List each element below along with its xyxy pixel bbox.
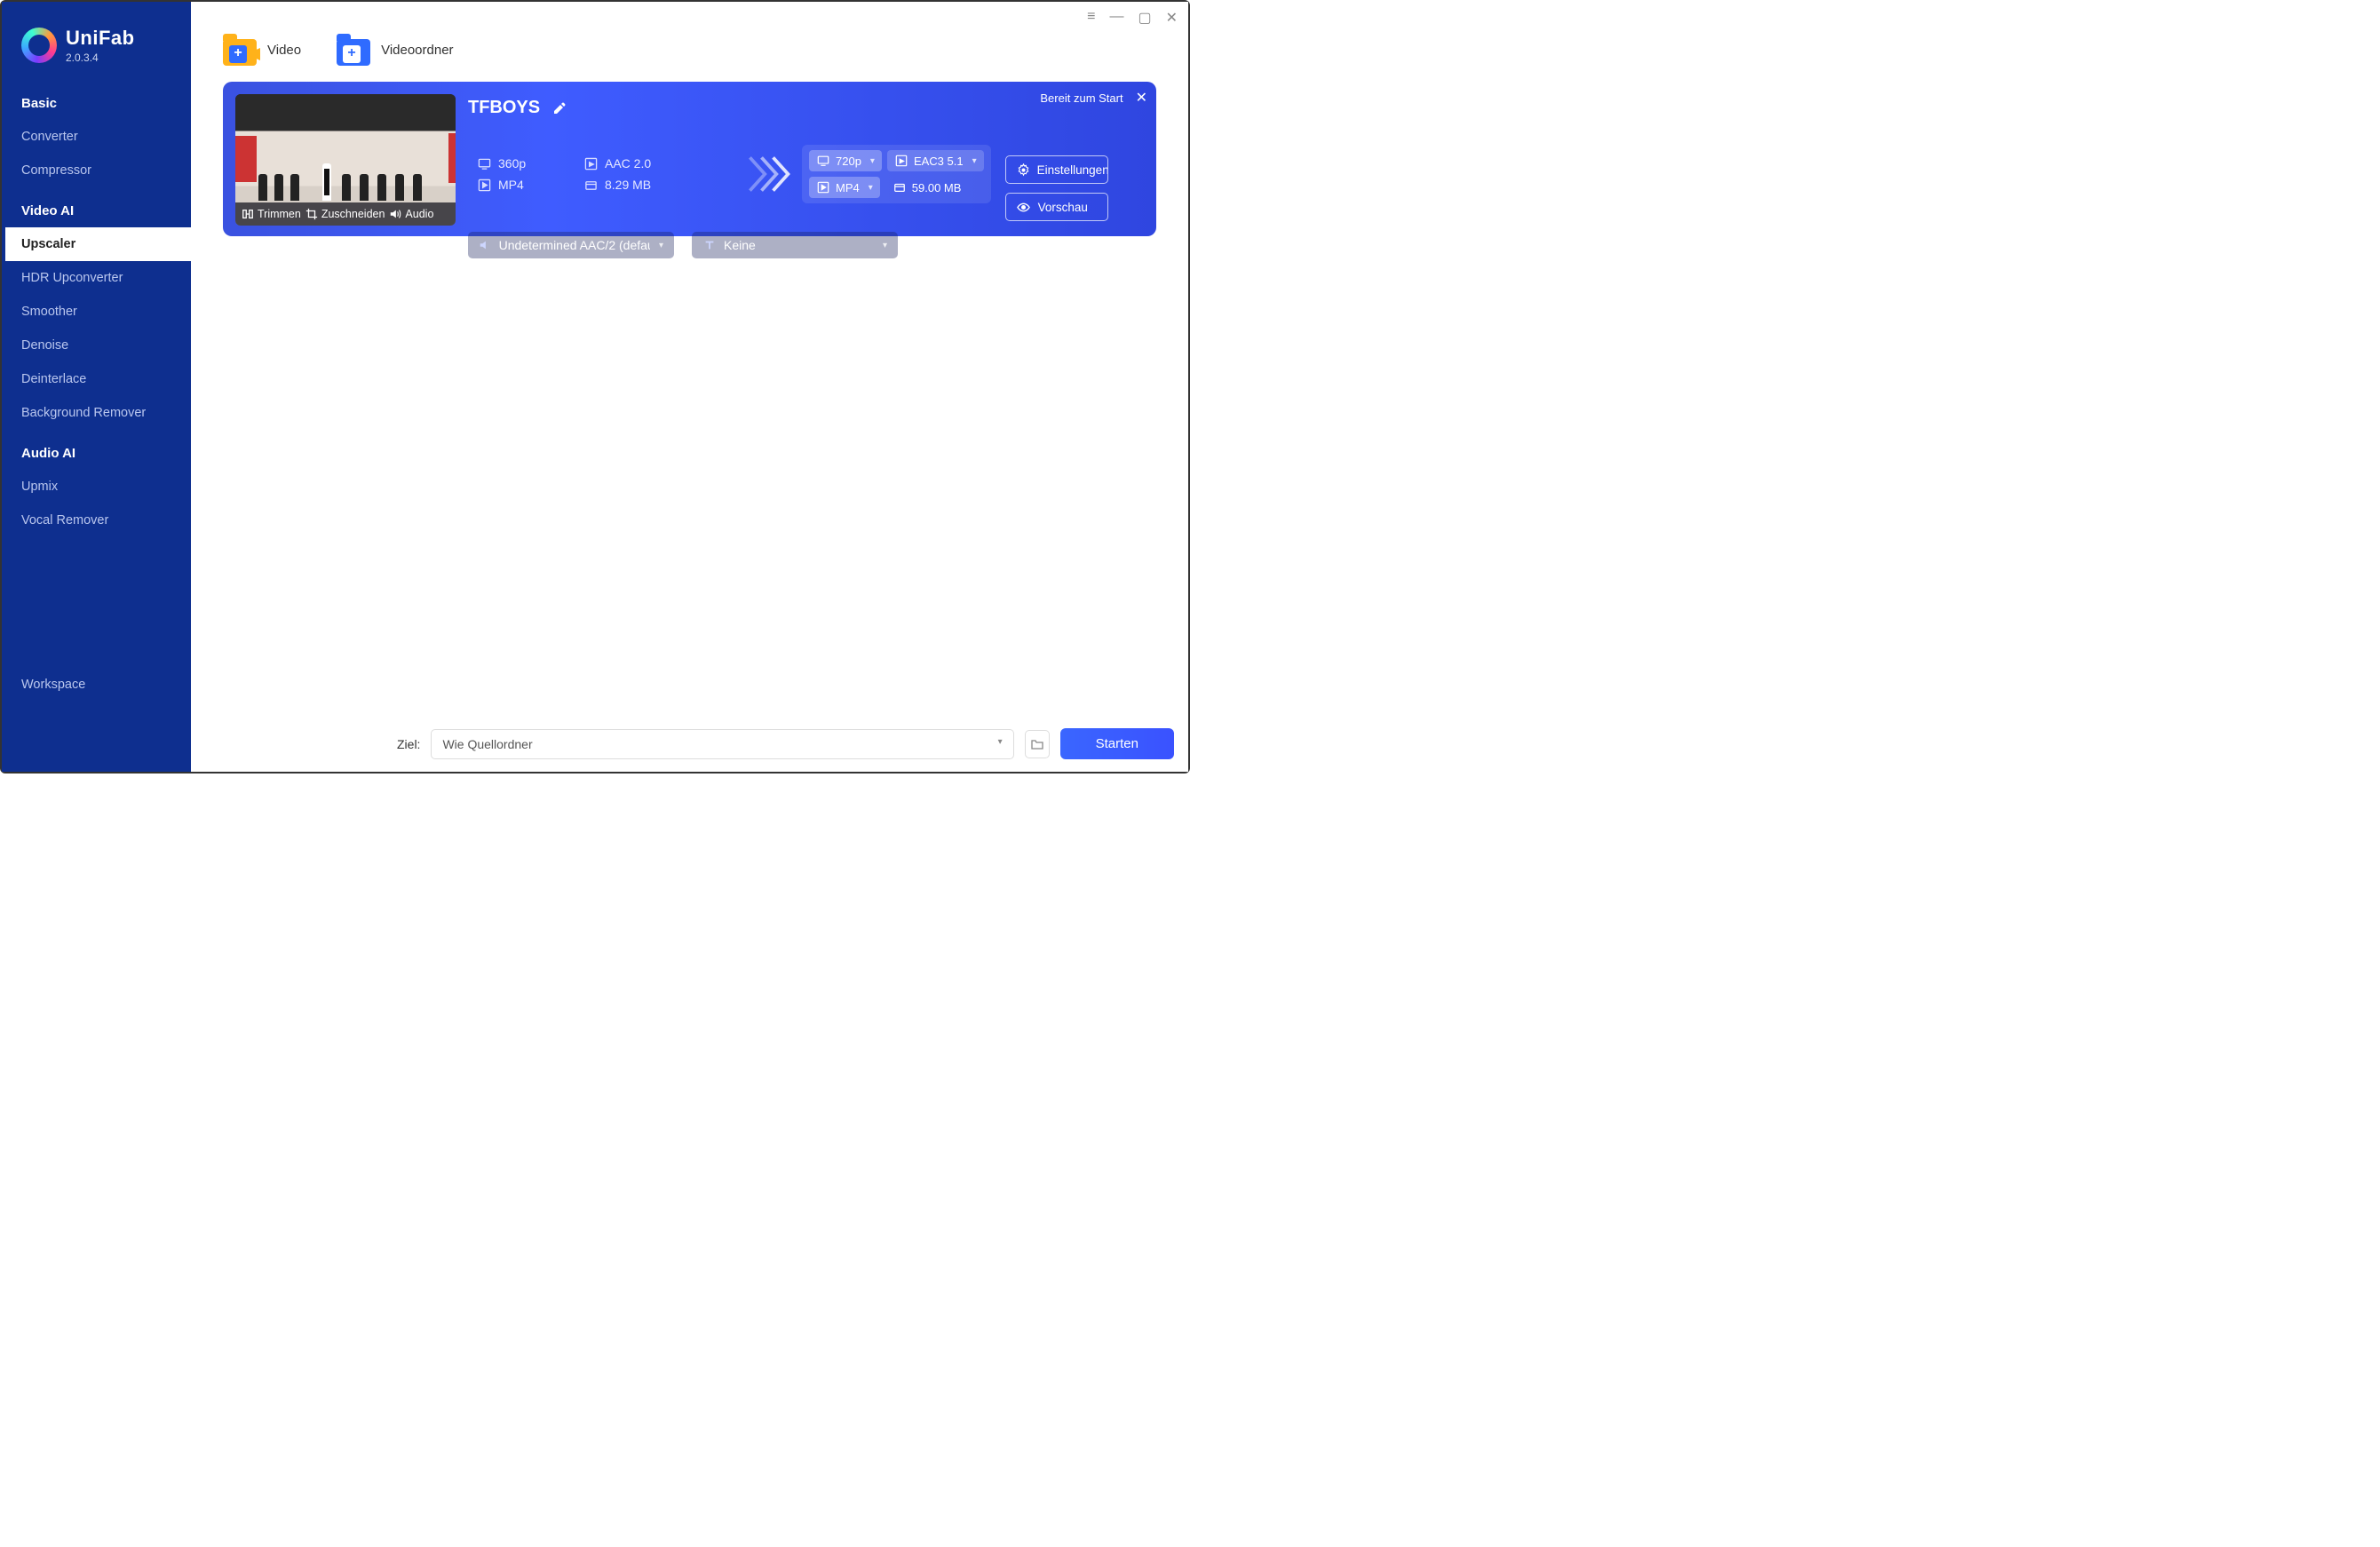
audio-button[interactable]: Audio — [388, 207, 433, 221]
remove-card-button[interactable]: ✕ — [1136, 89, 1147, 107]
section-basic: Basic — [2, 80, 191, 120]
minimize-button[interactable]: — — [1109, 9, 1123, 27]
file-icon — [892, 180, 907, 194]
main: ≡ — ▢ ✕ + Video + Videoordner — [191, 2, 1188, 772]
sidebar-item-compressor[interactable]: Compressor — [2, 154, 191, 187]
edit-title-button[interactable] — [552, 101, 567, 115]
section-audio-ai: Audio AI — [2, 430, 191, 470]
subtitle-select[interactable]: Keine ▾ — [692, 232, 898, 258]
source-meta: 360p AAC 2.0 MP4 8.29 MB — [468, 151, 734, 197]
destination-select[interactable]: Wie Quellordner ▾ — [431, 729, 1013, 759]
app-logo-block: UniFab 2.0.3.4 — [2, 2, 191, 80]
trim-icon — [241, 207, 255, 221]
video-folder-icon: + — [223, 34, 258, 66]
video-card: Trimmen Zuschneiden Audio — [223, 82, 1156, 236]
app-name: UniFab — [66, 27, 135, 50]
footer: Ziel: Wie Quellordner ▾ Starten — [397, 728, 1174, 759]
play-icon — [477, 178, 491, 192]
sidebar-item-vocal-remover[interactable]: Vocal Remover — [2, 504, 191, 537]
app-logo-icon — [21, 28, 57, 63]
section-video-ai: Video AI — [2, 187, 191, 227]
preview-button[interactable]: Vorschau — [1005, 193, 1108, 221]
output-format-select[interactable]: MP4▾ — [809, 177, 880, 198]
sidebar-item-deinterlace[interactable]: Deinterlace — [2, 362, 191, 396]
crop-button[interactable]: Zuschneiden — [305, 207, 385, 221]
output-resolution-select[interactable]: 720p▾ — [809, 150, 882, 171]
maximize-button[interactable]: ▢ — [1138, 9, 1151, 27]
monitor-icon — [816, 154, 830, 168]
browse-folder-button[interactable] — [1025, 730, 1050, 758]
add-video-button[interactable]: + Video — [223, 34, 301, 66]
window-controls: ≡ — ▢ ✕ — [1087, 9, 1178, 27]
arrow-icon — [742, 147, 795, 201]
play-icon — [816, 180, 830, 194]
add-folder-label: Videoordner — [381, 43, 453, 58]
sidebar-item-converter[interactable]: Converter — [2, 120, 191, 154]
eye-icon — [1017, 200, 1031, 214]
audio-track-select[interactable]: Undetermined AAC/2 (default) ▾ — [468, 232, 674, 258]
crop-icon — [305, 207, 319, 221]
video-title: TFBOYS — [468, 98, 540, 118]
app-version: 2.0.3.4 — [66, 52, 135, 64]
source-resolution: 360p — [498, 156, 526, 171]
video-thumbnail[interactable]: Trimmen Zuschneiden Audio — [235, 94, 456, 226]
sidebar-item-hdr-upconverter[interactable]: HDR Upconverter — [2, 261, 191, 295]
folder-icon: + — [337, 34, 372, 66]
source-size: 8.29 MB — [605, 178, 651, 192]
settings-button[interactable]: Einstellungen — [1005, 155, 1108, 184]
source-format: MP4 — [498, 178, 524, 192]
text-icon — [702, 238, 717, 252]
source-audio: AAC 2.0 — [605, 156, 651, 171]
sidebar-item-upmix[interactable]: Upmix — [2, 470, 191, 504]
destination-label: Ziel: — [397, 737, 420, 751]
sidebar: UniFab 2.0.3.4 Basic Converter Compresso… — [2, 2, 191, 772]
trim-button[interactable]: Trimmen — [241, 207, 301, 221]
sidebar-item-smoother[interactable]: Smoother — [2, 295, 191, 329]
audio-codec-icon — [583, 156, 598, 171]
output-size: 59.00 MB — [885, 177, 969, 198]
add-folder-button[interactable]: + Videoordner — [337, 34, 453, 66]
sidebar-item-denoise[interactable]: Denoise — [2, 329, 191, 362]
speaker-icon — [479, 238, 492, 252]
audio-icon — [388, 207, 402, 221]
output-meta: 720p▾ EAC3 5.1▾ MP4▾ 59.00 MB — [802, 145, 991, 203]
close-button[interactable]: ✕ — [1166, 9, 1178, 27]
sidebar-item-background-remover[interactable]: Background Remover — [2, 396, 191, 430]
gear-icon — [1017, 163, 1030, 177]
sidebar-item-workspace[interactable]: Workspace — [2, 668, 191, 772]
monitor-icon — [477, 156, 491, 171]
start-button[interactable]: Starten — [1060, 728, 1174, 759]
audio-codec-icon — [894, 154, 908, 168]
add-video-label: Video — [267, 43, 301, 58]
thumbnail-toolbar: Trimmen Zuschneiden Audio — [235, 202, 456, 226]
file-icon — [583, 178, 598, 192]
status-label: Bereit zum Start — [1040, 91, 1123, 105]
toolbar: + Video + Videoordner — [191, 2, 1188, 82]
menu-button[interactable]: ≡ — [1087, 9, 1095, 27]
sidebar-item-upscaler[interactable]: Upscaler — [2, 227, 191, 261]
output-audio-select[interactable]: EAC3 5.1▾ — [887, 150, 984, 171]
